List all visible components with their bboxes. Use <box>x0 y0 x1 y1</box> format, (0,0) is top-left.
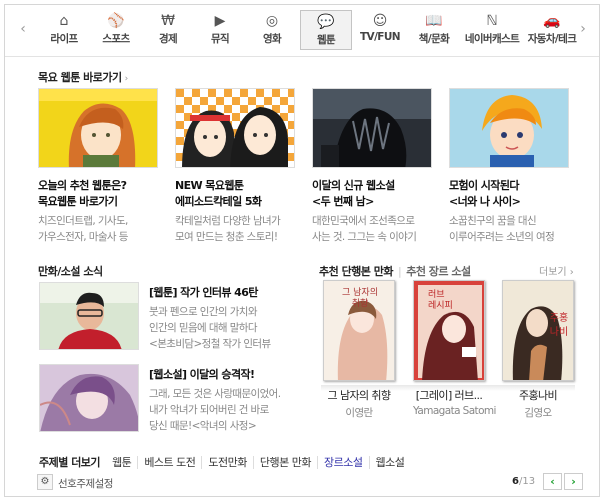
nav-next-button[interactable]: › <box>577 19 589 39</box>
widget-bottom-bar: ⚙ 선호주제설정 6/13 ‹ › <box>5 469 599 496</box>
tab-tv-fun[interactable]: ☺ TV/FUN <box>352 10 408 50</box>
book-cover[interactable]: 러브 레시피 <box>413 280 485 381</box>
tab-recommend-comics[interactable]: 추천 단행본 만화 <box>319 265 394 278</box>
category-nav: ‹ ⌂ 라이프 ⚾ 스포츠 ₩ 경제 ▶ 뮤직 ◎ 영화 💬 웹툰 ☺ TV/FUN 📖 책/문… <box>5 5 599 57</box>
play-icon: ▶ <box>214 13 226 29</box>
webtoon-card[interactable]: 오늘의 추천 웹툰은? 목요웹툰 바로가기 치즈인더트랩, 기사도, 가우스전자… <box>38 88 158 245</box>
tab-recommend-novels[interactable]: 추천 장르 소설 <box>406 265 471 278</box>
book-item[interactable]: 그 남자의 취향 그 남자의 취향 이영란 <box>323 280 395 420</box>
svg-text:러브: 러브 <box>428 289 445 300</box>
tab-auto-tech[interactable]: 🚗 자동차/테크 <box>524 10 580 50</box>
page-next-button[interactable]: › <box>564 473 583 490</box>
topic-link-genre-novel[interactable]: 장르소설 <box>317 456 369 469</box>
won-icon: ₩ <box>161 13 175 29</box>
svg-text:주홍: 주홍 <box>550 311 568 324</box>
car-icon: 🚗 <box>543 13 561 29</box>
tab-books[interactable]: 📖 책/문화 <box>408 10 460 50</box>
house-icon: ⌂ <box>59 13 69 29</box>
topic-link-best-challenge[interactable]: 베스트 도전 <box>137 456 202 469</box>
webtoon-card[interactable]: 이달의 신규 웹소설 <두 번째 남> 대한민국에서 조선족으로 사는 것. 그… <box>312 88 432 245</box>
svg-text:그 남자의: 그 남자의 <box>342 287 378 298</box>
card-thumbnail[interactable] <box>449 88 569 168</box>
book-cover[interactable]: 그 남자의 취향 <box>323 280 395 381</box>
card-thumbnail[interactable] <box>312 88 432 168</box>
tab-sports[interactable]: ⚾ 스포츠 <box>90 10 142 50</box>
card-thumbnail[interactable] <box>38 88 158 168</box>
topic-link-book-comics[interactable]: 단행본 만화 <box>252 456 318 469</box>
svg-text:나비: 나비 <box>550 326 568 338</box>
topic-more-bar: 주제별 더보기 웹툰 베스트 도전 도전만화 단행본 만화 장르소설 웹소설 <box>39 454 411 470</box>
page-indicator: 6/13 <box>512 476 536 487</box>
news-item[interactable]: [웹툰] 작가 인터뷰 46탄 붓과 펜으로 인간의 가치와 인간의 믿음에 대… <box>39 282 309 352</box>
baseball-icon: ⚾ <box>107 13 125 29</box>
section-title-news: 만화/소설 소식 <box>38 265 103 278</box>
tab-movie[interactable]: ◎ 영화 <box>246 10 298 50</box>
news-thumbnail[interactable] <box>39 364 139 432</box>
card-thumbnail[interactable] <box>175 88 295 168</box>
svg-text:레시피: 레시피 <box>428 300 453 311</box>
tab-life[interactable]: ⌂ 라이프 <box>38 10 90 50</box>
book-item[interactable]: 주홍 나비 주홍나비 김영오 <box>502 280 574 420</box>
topic-link-web-novel[interactable]: 웹소설 <box>368 456 411 469</box>
book-cover[interactable]: 주홍나비 <box>502 280 574 381</box>
webtoon-widget: ‹ ⌂ 라이프 ⚾ 스포츠 ₩ 경제 ▶ 뮤직 ◎ 영화 💬 웹툰 ☺ TV/FUN 📖 책/문… <box>4 4 600 497</box>
tab-webtoon[interactable]: 💬 웹툰 <box>300 10 352 50</box>
book-icon: 📖 <box>425 13 443 29</box>
chevron-right-icon: › <box>124 74 129 84</box>
smile-icon: ☺ <box>372 13 388 29</box>
webtoon-card[interactable]: NEW 목요웹툰 에피소드칵테일 5화 칵테일처럼 다양한 남녀가 모여 만드는… <box>175 88 295 245</box>
tab-economy[interactable]: ₩ 경제 <box>142 10 194 50</box>
speech-bubble-icon: 💬 <box>317 14 335 30</box>
more-link[interactable]: 더보기 › <box>539 263 574 278</box>
recommend-header: 추천 단행본 만화 | 추천 장르 소설 <box>319 265 471 278</box>
film-reel-icon: ◎ <box>265 13 279 29</box>
news-item[interactable]: [웹소설] 이달의 승격작! 그래, 모든 것은 사랑때문이었어. 내가 악녀가… <box>39 364 309 434</box>
nav-prev-button[interactable]: ‹ <box>17 19 29 39</box>
tab-navercast[interactable]: ℕ 네이버캐스트 <box>460 10 524 50</box>
gear-icon[interactable]: ⚙ <box>37 474 53 490</box>
tab-music[interactable]: ▶ 뮤직 <box>194 10 246 50</box>
topic-link-challenge[interactable]: 도전만화 <box>201 456 253 469</box>
page-prev-button[interactable]: ‹ <box>543 473 562 490</box>
svg-text:취향: 취향 <box>352 297 369 309</box>
webtoon-card[interactable]: 모험이 시작된다 <너와 나 사이> 소꿉친구의 꿈을 대신 이루어주려는 소년… <box>449 88 569 245</box>
book-item[interactable]: 러브 레시피 [그레이] 러브... Yamagata Satomi <box>413 280 496 417</box>
cast-icon: ℕ <box>486 13 498 29</box>
news-thumbnail[interactable] <box>39 282 139 350</box>
section-title-webtoon[interactable]: 목요 웹툰 바로가기 › <box>38 69 128 85</box>
topic-link-webtoon[interactable]: 웹툰 <box>106 456 137 469</box>
preference-settings-link[interactable]: 선호주제설정 <box>58 476 113 491</box>
